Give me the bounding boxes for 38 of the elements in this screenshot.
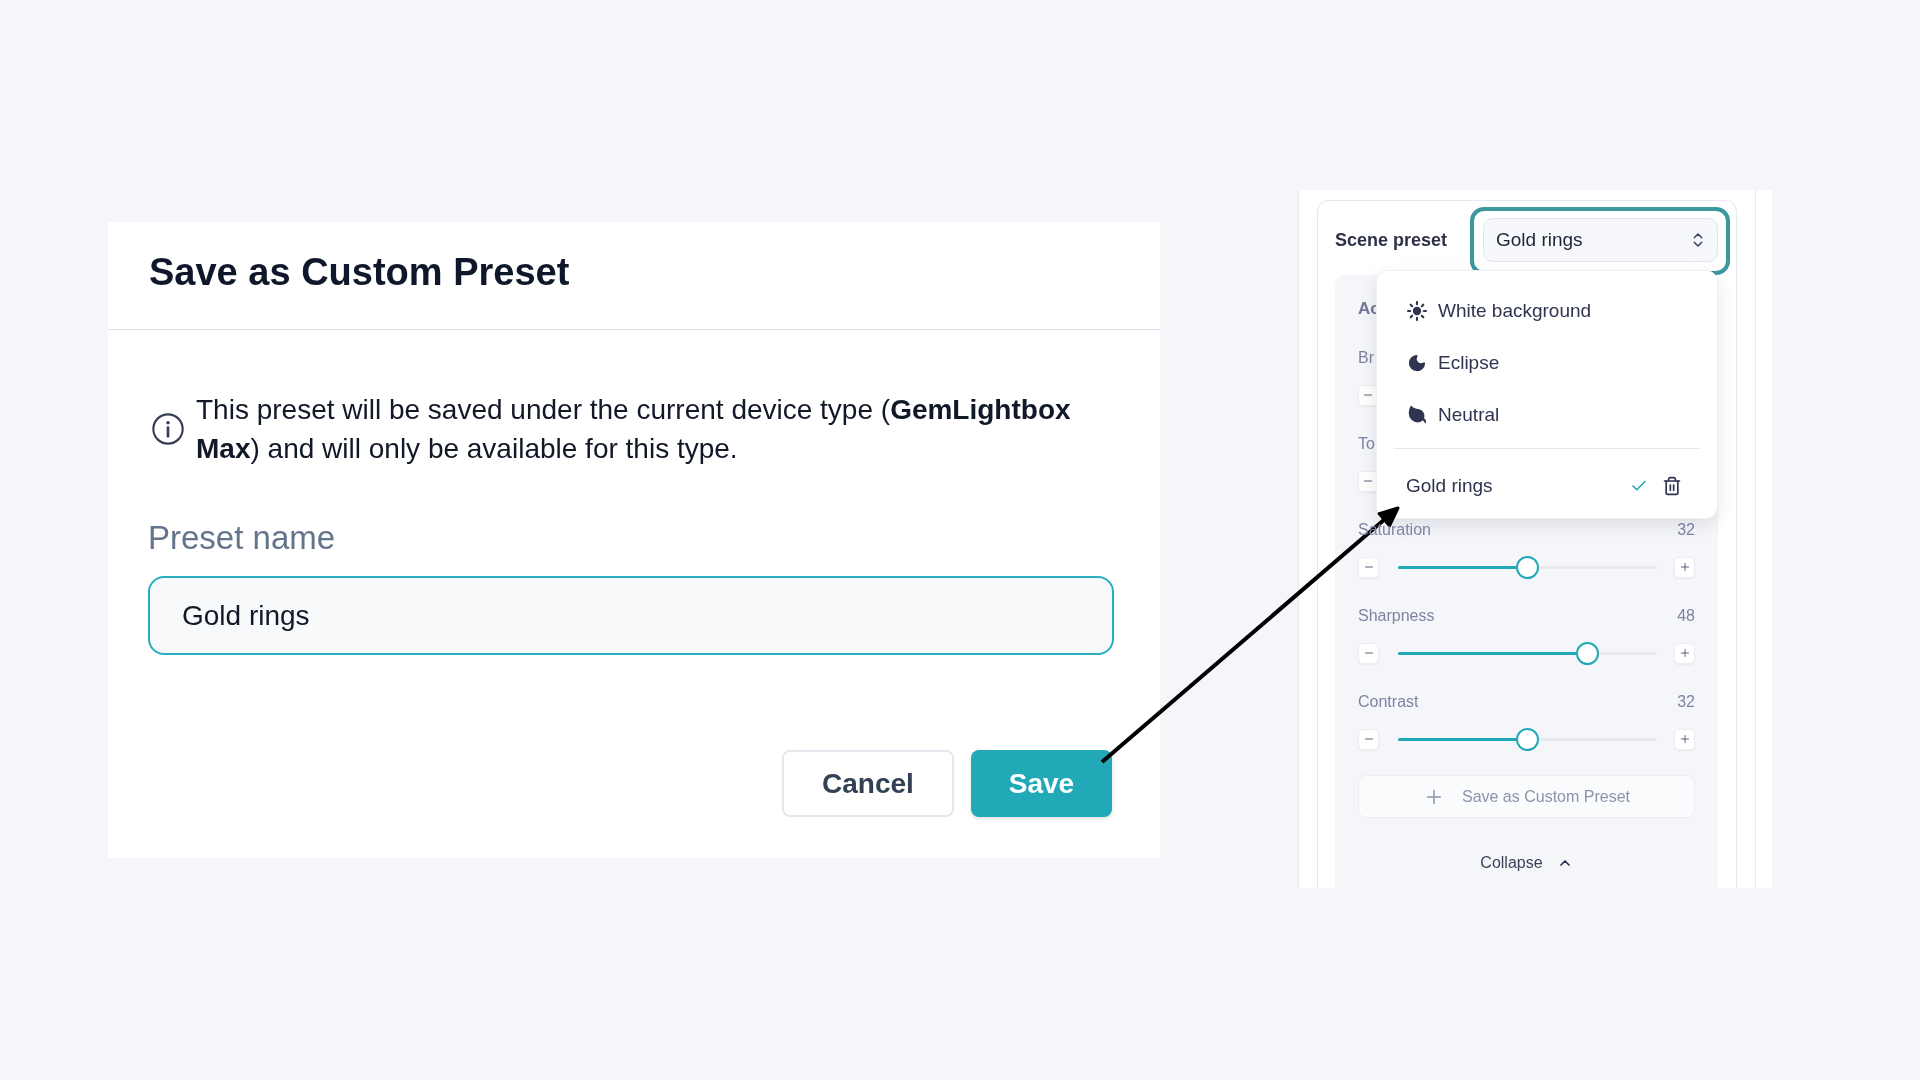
info-icon (152, 413, 184, 445)
plus-icon (1678, 561, 1691, 573)
slider-label: Br (1358, 348, 1374, 368)
field-label: Preset name (148, 520, 336, 556)
leaf-icon (1407, 405, 1427, 425)
slider-thumb[interactable] (1516, 727, 1539, 751)
slider-thumb[interactable] (1516, 555, 1539, 579)
field-label: Scene preset (1335, 229, 1448, 251)
info-message: This preset will be saved under the current device type (GemLightbox Max) and will only be available for this type. (196, 393, 1072, 466)
minus-button[interactable] (1358, 642, 1379, 664)
plus-icon (1678, 733, 1691, 745)
minus-button[interactable] (1358, 470, 1376, 492)
trash-icon[interactable] (1662, 476, 1682, 496)
minus-button[interactable] (1358, 384, 1376, 406)
slider-value: 48 (1677, 606, 1695, 626)
plus-button[interactable] (1674, 556, 1695, 578)
dialog-title: Save as Custom Preset (149, 249, 570, 295)
plus-button[interactable] (1674, 728, 1695, 750)
preset-name-input[interactable]: Gold rings (148, 576, 1114, 655)
secondary-button[interactable]: Cancel (782, 750, 954, 817)
slider-label: To (1358, 434, 1375, 454)
plus-icon (1678, 647, 1691, 659)
slider-value: 32 (1677, 692, 1695, 712)
slider-value: 32 (1677, 520, 1695, 540)
menu-option[interactable]: Gold rings (1377, 460, 1717, 512)
menu-option[interactable]: Neutral (1377, 389, 1717, 441)
minus-button[interactable] (1358, 556, 1379, 578)
minus-button[interactable] (1358, 728, 1379, 750)
menu-option[interactable]: Eclipse (1377, 337, 1717, 389)
menu-option[interactable]: White background (1377, 285, 1717, 337)
slider-thumb[interactable] (1575, 641, 1599, 665)
slider-label: Sharpness (1358, 606, 1435, 626)
sun-icon (1407, 301, 1427, 321)
slider-label: Contrast (1358, 692, 1419, 712)
preset-select[interactable]: Gold rings (1483, 218, 1718, 262)
moon-icon (1407, 353, 1427, 373)
collapse-button[interactable]: Collapse (1480, 852, 1573, 874)
plus-button[interactable] (1674, 642, 1695, 664)
